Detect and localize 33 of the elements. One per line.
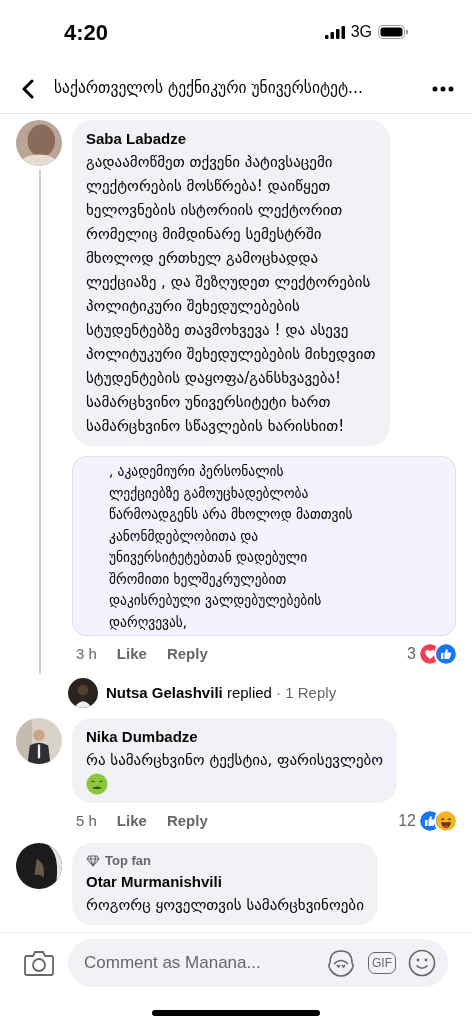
back-icon (22, 78, 34, 99)
diamond-icon (86, 854, 100, 867)
comment-text: გადაამოწმეთ თქვენი პატივსაცემი ლექტორების მოსწრება! დაიწყეთ ხელოვნების ისტორიის ლექტორით რომელიც მიმდინარე სემესტრში მხოლოდ ერთხელ გამოცხადდა ლექციაზე , და შეზღუდეთ ლექტორების პოლიტიკური შეხედულებების სტუდენტებზე თავმოხვევა ! და ასევე პოლიტუკური შეხედულებების მიხედვით სტუდენტების დაყოფა/განსხვავება! სამარცხვინო უნივერსიტეტი ხართ სამარცხვინო სწავლების ხარისხით! (86, 152, 376, 437)
page-title: საქართველოს ტექნიკური უნივერსიტეტ... (54, 77, 364, 99)
battery-icon (378, 25, 408, 39)
quoted-text: , აკადემიური პერსონალის ლექციებზე გამოუცხადებლობა წარმოადგენს არა მხოლოდ მათთვის კანონმდებლობითა და უნივერსიტეტებთან დადებული შრომითი ხელშეკრულებით დაკისრებული ვალდებულებების დარღვევას, (109, 462, 354, 632)
top-fan-label: Top fan (105, 852, 151, 870)
comment-time: 3 h (76, 643, 97, 664)
author-name[interactable]: Otar Murmanishvili (86, 870, 364, 893)
more-icon (432, 85, 454, 92)
like-link[interactable]: Like (116, 809, 147, 833)
comment-field[interactable]: Comment as Manana... GIF (68, 939, 448, 987)
author-name[interactable]: Nika Dumbadze (86, 726, 384, 748)
sick-face-icon (86, 773, 108, 795)
avatar-sticker-icon[interactable] (326, 949, 356, 977)
author-name[interactable]: Saba Labadze (86, 128, 376, 150)
camera-icon[interactable] (24, 950, 54, 976)
gif-button[interactable]: GIF (368, 952, 396, 974)
comment-text: როგორც ყოველთვის სამარცხვინოები (86, 894, 364, 916)
laughing-face-icon (436, 811, 456, 831)
emoji-icon[interactable] (408, 949, 436, 977)
reply-link[interactable]: Reply (166, 642, 208, 666)
thumbs-up-icon (436, 644, 456, 664)
reply-link[interactable]: Reply (166, 809, 208, 833)
reaction-count: 3 (407, 644, 416, 664)
replies-link[interactable]: Nutsa Gelashvili replied · 1 Reply (106, 681, 337, 705)
comment-text: რა სამარცხვინო ტექსტია, ფარისევლებო (86, 750, 384, 771)
signal-icon (324, 25, 345, 39)
network-type: 3G (350, 22, 372, 42)
clock: 4:20 (64, 18, 109, 47)
like-link[interactable]: Like (116, 642, 147, 666)
reaction-count: 12 (398, 811, 416, 831)
comment-time: 5 h (76, 810, 97, 831)
